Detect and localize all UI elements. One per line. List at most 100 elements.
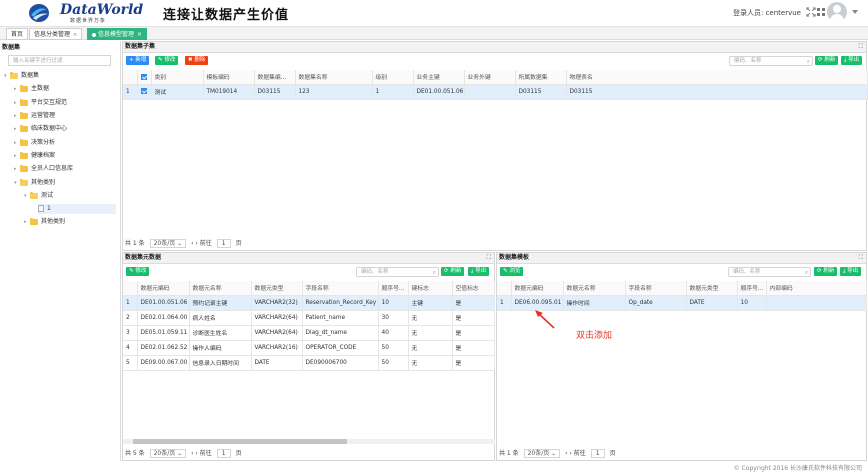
search-input[interactable]: 编码、名称 ⌕	[728, 267, 811, 277]
search-input[interactable]: 编码、名称 ⌕	[729, 56, 813, 66]
tree-node[interactable]: ▸ 临床数据中心	[14, 124, 67, 134]
close-icon[interactable]: ×	[137, 31, 142, 38]
column-header[interactable]: 空值标志	[452, 281, 495, 296]
tree-node[interactable]: ▾ 测试	[24, 191, 53, 201]
fullscreen-icon[interactable]	[806, 7, 816, 17]
tab-home[interactable]: 首页	[6, 28, 29, 40]
search-icon[interactable]: ⌕	[805, 269, 808, 278]
tree-node[interactable]: ▸ 主数据	[14, 84, 49, 94]
tree-node[interactable]: ▸ 平台交互规范	[14, 98, 67, 108]
refresh-button[interactable]: ⟳ 刷新	[441, 267, 465, 276]
page-number-input[interactable]: 1	[216, 449, 231, 458]
column-header[interactable]: 字段名称	[625, 281, 687, 296]
delete-button[interactable]: ✖ 删除	[185, 56, 209, 65]
folder-open-icon	[30, 191, 38, 199]
maximize-icon[interactable]: ⛶	[859, 253, 863, 263]
column-header[interactable]: 键标志	[408, 281, 453, 296]
tree-node[interactable]: ▸ 全员人口信息库	[14, 164, 73, 174]
checkbox-icon[interactable]	[140, 73, 147, 80]
refresh-button[interactable]: ⟳ 刷新	[814, 267, 838, 276]
edit-button[interactable]: ✎ 修改	[126, 267, 150, 276]
column-header[interactable]: 数据集编...	[254, 70, 296, 85]
pagination: 共 5 条 20条/页 ⌄ ‹ › 前往 1 页	[125, 449, 242, 459]
column-header[interactable]: 数据元名称	[189, 281, 252, 296]
next-page-icon[interactable]: ›	[569, 450, 571, 457]
maximize-icon[interactable]: ⛶	[859, 42, 863, 52]
export-button[interactable]: ⤓ 导出	[841, 56, 863, 65]
tab-info-model[interactable]: 信息模型管理 ×	[87, 28, 148, 40]
menu-grid-icon[interactable]	[816, 7, 826, 17]
scrollbar-thumb[interactable]	[133, 439, 347, 444]
add-button[interactable]: + 新增	[126, 56, 150, 65]
prev-page-icon[interactable]: ‹	[191, 450, 193, 457]
column-header[interactable]: 数据集名称	[295, 70, 373, 85]
column-header[interactable]: 内部编码	[766, 281, 867, 296]
tree-node-selected[interactable]: 1	[38, 204, 116, 214]
prev-page-icon[interactable]: ‹	[565, 450, 567, 457]
table-row[interactable]: 5 DE09.00.067.00 信息录入日期时间 DATE DE0900067…	[123, 355, 495, 371]
column-header[interactable]: 业务主键	[413, 70, 465, 85]
checkbox-icon[interactable]	[140, 88, 147, 95]
dataset-subset-panel: 数据集子集 ⛶ + 新增 ✎ 修改 ✖ 删除 编码、名称 ⌕ ⟳ 刷新 ⤓ 导出 类…	[122, 41, 868, 251]
horizontal-scrollbar[interactable]	[123, 439, 495, 444]
table-row[interactable]: 1 测试 TM019014 D03115 123 1 DE01.00.051.0…	[123, 84, 868, 100]
table-row[interactable]: 1 DE01.00.051.06 预约记录主键 VARCHAR2(32) Res…	[123, 295, 495, 311]
column-header[interactable]: 数据元编码	[137, 281, 190, 296]
close-icon[interactable]: ×	[73, 32, 77, 38]
page-size-select[interactable]: 20条/页 ⌄	[149, 239, 187, 248]
table-cell: 50	[378, 340, 409, 356]
column-header[interactable]: 数据元类型	[251, 281, 303, 296]
column-header[interactable]: 字段名称	[302, 281, 379, 296]
column-header[interactable]: 数据元名称	[563, 281, 626, 296]
column-header[interactable]: 数据元编码	[511, 281, 564, 296]
column-header[interactable]: 类别	[151, 70, 204, 85]
table-cell: 无	[408, 310, 453, 326]
tree-node-root[interactable]: ▾ 数据集	[4, 71, 39, 81]
total-count: 共 1 条	[125, 240, 145, 247]
column-header[interactable]: 模板编码	[203, 70, 255, 85]
chevron-down-icon[interactable]	[852, 10, 858, 14]
refresh-button[interactable]: ⟳ 刷新	[815, 56, 839, 65]
edit-button[interactable]: ✎ 修改	[155, 56, 179, 65]
column-header[interactable]: 数据元类型	[686, 281, 738, 296]
select-all-checkbox[interactable]	[137, 70, 152, 85]
column-header[interactable]: 所属数据集	[515, 70, 567, 85]
search-input[interactable]: 编码、名称 ⌕	[356, 267, 439, 277]
page-number-input[interactable]: 1	[590, 449, 605, 458]
page-size-select[interactable]: 20条/页 ⌄	[523, 449, 561, 458]
tree-node[interactable]: ▾ 其他类别	[14, 178, 55, 188]
login-user-label: 登录人员: centervue	[733, 9, 801, 17]
export-button[interactable]: ⤓ 导出	[840, 267, 862, 276]
next-page-icon[interactable]: ›	[195, 240, 197, 247]
column-header[interactable]: 级别	[372, 70, 414, 85]
browse-button[interactable]: ✎ 浏览	[500, 267, 524, 276]
table-cell: VARCHAR2(64)	[251, 325, 303, 341]
row-checkbox[interactable]	[137, 84, 152, 100]
tree-node[interactable]: ▸ 健康档案	[14, 151, 55, 161]
column-header[interactable]: 顺序号...	[737, 281, 767, 296]
column-header[interactable]: 业务外键	[464, 70, 516, 85]
page-size-select[interactable]: 20条/页 ⌄	[149, 449, 187, 458]
table-cell: DE05.01.059.11	[137, 325, 190, 341]
export-button[interactable]: ⤓ 导出	[468, 267, 490, 276]
prev-page-icon[interactable]: ‹	[191, 240, 193, 247]
search-placeholder: 编码、名称	[361, 269, 389, 275]
tree-filter-input[interactable]: 输入关键字进行过滤	[8, 55, 111, 66]
tree-node[interactable]: ▸ 运营管理	[14, 111, 55, 121]
column-header[interactable]: 物理表名	[566, 70, 868, 85]
next-page-icon[interactable]: ›	[195, 450, 197, 457]
column-header[interactable]: 顺序号...	[378, 281, 409, 296]
tree-node-label: 决策分析	[31, 139, 56, 146]
table-row[interactable]: 2 DE02.01.064.00 病人姓名 VARCHAR2(64) Patie…	[123, 310, 495, 326]
tab-info-category[interactable]: 信息分类管理 ×	[29, 28, 83, 40]
search-icon[interactable]: ⌕	[807, 58, 810, 67]
tree-node[interactable]: ▸ 其他类别	[24, 217, 65, 227]
tree-node[interactable]: ▸ 决策分析	[14, 138, 55, 148]
search-icon[interactable]: ⌕	[433, 269, 436, 278]
page-size-value: 20条/页	[153, 240, 176, 247]
maximize-icon[interactable]: ⛶	[487, 253, 491, 263]
page-number-input[interactable]: 1	[216, 239, 231, 248]
table-row[interactable]: 3 DE05.01.059.11 诊断医生姓名 VARCHAR2(64) Dia…	[123, 325, 495, 341]
user-avatar-icon[interactable]	[827, 2, 847, 22]
table-row[interactable]: 4 DE02.01.062.52 操作人编码 VARCHAR2(16) OPER…	[123, 340, 495, 356]
